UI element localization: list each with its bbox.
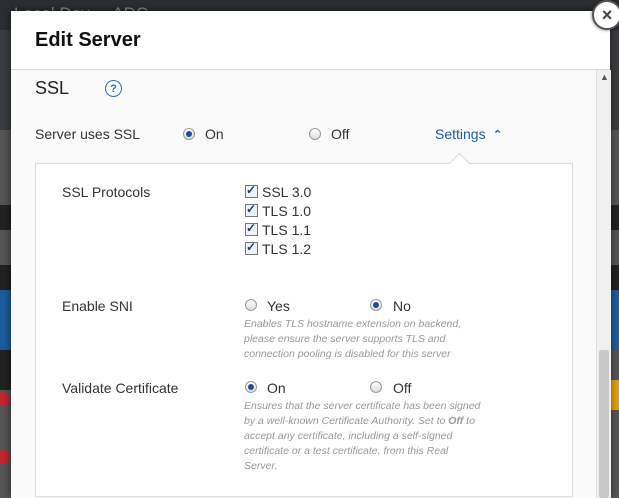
enable-sni-label: Enable SNI [62,298,133,314]
dialog-content[interactable]: SSL ? Server uses SSL On Off Settings ⌃ … [11,70,596,498]
scroll-thumb[interactable] [599,350,609,498]
checkbox-tls10[interactable] [245,202,258,217]
checkbox-ssl30-label[interactable]: SSL 3.0 [262,184,311,200]
background-left-strip [0,130,11,498]
checkbox-tls11[interactable] [245,221,258,236]
vertical-scrollbar[interactable]: ▲ [596,70,611,498]
panel-notch [448,152,471,175]
background-right-strip [610,130,619,498]
ssl-on-label[interactable]: On [205,126,224,142]
sni-help-text: Enables TLS hostname extension on backen… [244,318,462,360]
settings-link[interactable]: Settings [435,126,486,142]
ssl-settings-panel: SSL Protocols SSL 3.0 TLS 1.0 TLS 1.1 TL… [35,152,573,497]
ssl-protocols-label: SSL Protocols [62,184,151,200]
checkbox-tls10-label[interactable]: TLS 1.0 [262,203,311,219]
validate-on-radio[interactable] [245,381,257,393]
sni-yes-label[interactable]: Yes [267,298,290,314]
dialog-header: Edit Server [11,11,610,70]
checkbox-tls12[interactable] [245,240,258,255]
validate-certificate-label: Validate Certificate [62,380,179,396]
checkbox-ssl30[interactable] [245,183,258,198]
help-icon[interactable]: ? [105,80,122,97]
sni-no-label[interactable]: No [393,298,411,314]
checkbox-tls11-label[interactable]: TLS 1.1 [262,222,311,238]
validate-on-label[interactable]: On [267,380,286,396]
validate-off-radio[interactable] [370,381,382,393]
ssl-off-label[interactable]: Off [331,126,349,142]
ssl-section-title: SSL [35,78,70,98]
validate-help-text: Ensures that the server certificate has … [244,400,481,472]
ssl-on-radio[interactable] [183,128,195,140]
chevron-up-icon[interactable]: ⌃ [493,128,502,141]
edit-server-dialog: Edit Server SSL ? Server uses SSL On Off… [11,11,611,498]
checkbox-tls12-label[interactable]: TLS 1.2 [262,241,311,257]
server-uses-ssl-label: Server uses SSL [35,126,141,142]
scroll-up-icon[interactable]: ▲ [600,72,609,82]
close-icon: × [601,5,613,25]
ssl-off-radio[interactable] [309,128,321,140]
close-button[interactable]: × [592,0,619,30]
error-icon [0,450,10,464]
sni-yes-radio[interactable] [245,299,257,311]
validate-off-label[interactable]: Off [393,380,411,396]
error-icon [0,392,10,406]
dialog-title: Edit Server [35,29,141,51]
sni-no-radio[interactable] [370,299,382,311]
